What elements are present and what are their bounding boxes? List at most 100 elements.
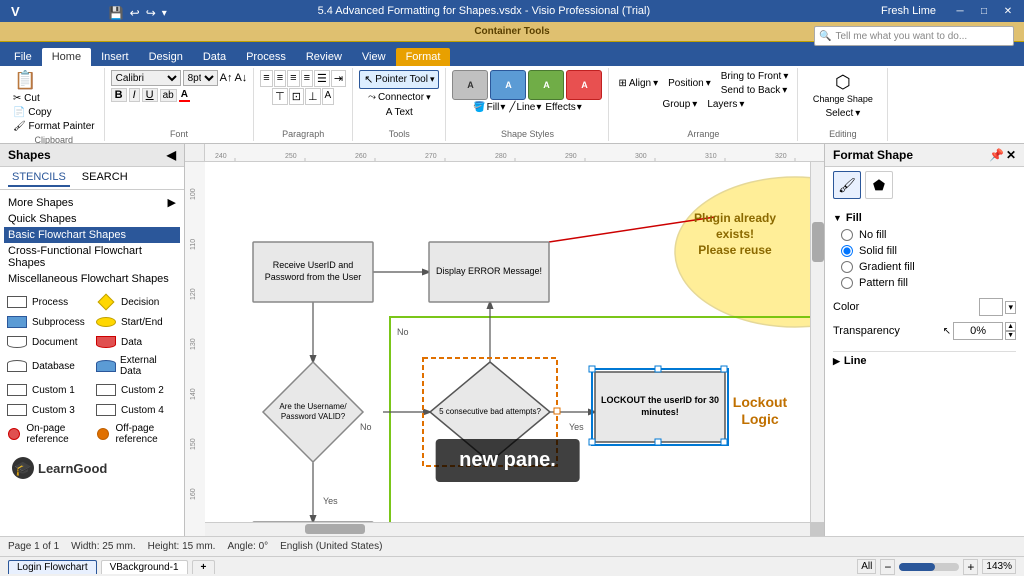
tab-design[interactable]: Design	[139, 48, 193, 66]
add-page-button[interactable]: +	[192, 560, 216, 574]
tab-format[interactable]: Format	[396, 48, 451, 66]
fill-section-title[interactable]: ▼ Fill	[833, 209, 1016, 227]
shapes-cross-functional-section[interactable]: Cross-Functional Flowchart Shapes	[4, 243, 180, 271]
tab-review[interactable]: Review	[296, 48, 352, 66]
shape-custom1[interactable]: Custom 1	[4, 381, 91, 399]
shape-style-4[interactable]: A	[566, 70, 602, 100]
search-input-placeholder[interactable]: Tell me what you want to do...	[835, 31, 967, 42]
shape-on-page[interactable]: On-page reference	[4, 421, 91, 447]
page-tab-vbackground[interactable]: VBackground-1	[101, 560, 188, 574]
bring-to-front-button[interactable]: Bring to Front▾	[718, 70, 792, 83]
font-grow-icon[interactable]: A↑	[220, 72, 233, 84]
fill-no-fill-radio[interactable]	[841, 229, 853, 241]
tab-home[interactable]: Home	[42, 48, 91, 66]
undo-icon[interactable]: ↩	[130, 6, 140, 20]
shape-document[interactable]: Document	[4, 333, 91, 351]
shape-decision[interactable]: Decision	[93, 293, 180, 311]
shapes-basic-flowchart-section[interactable]: Basic Flowchart Shapes	[4, 227, 180, 243]
fill-solid-fill-radio[interactable]	[841, 245, 853, 257]
shape-custom3[interactable]: Custom 3	[4, 401, 91, 419]
fill-solid-fill-option[interactable]: Solid fill	[833, 243, 1016, 259]
valign-mid-icon[interactable]: ⊡	[289, 88, 304, 105]
shape-startend[interactable]: Start/End	[93, 313, 180, 331]
justify-icon[interactable]: ≡	[301, 70, 313, 87]
select-button[interactable]: Select▾	[822, 107, 863, 120]
fill-button[interactable]: 🪣 Fill▾	[473, 102, 505, 113]
valign-top-icon[interactable]: ⊤	[272, 88, 288, 105]
zoom-minus-icon[interactable]: −	[880, 559, 895, 575]
connector-dropdown[interactable]: ▾	[426, 92, 431, 103]
tab-view[interactable]: View	[352, 48, 396, 66]
fs-tab-shape[interactable]: ⬟	[865, 171, 893, 199]
shape-off-page[interactable]: Off-page reference	[93, 421, 180, 447]
tab-insert[interactable]: Insert	[91, 48, 139, 66]
list-icon[interactable]: ☰	[314, 70, 330, 87]
line-button[interactable]: ╱ Line▾	[509, 102, 541, 113]
transparency-down[interactable]: ▼	[1005, 331, 1016, 340]
fill-gradient-fill-option[interactable]: Gradient fill	[833, 259, 1016, 275]
fill-pattern-fill-option[interactable]: Pattern fill	[833, 275, 1016, 291]
font-shrink-icon[interactable]: A↓	[234, 72, 247, 84]
tab-data[interactable]: Data	[193, 48, 236, 66]
tab-file[interactable]: File	[4, 48, 42, 66]
minimize-button[interactable]: ─	[952, 3, 968, 19]
shape-style-1[interactable]: A	[452, 70, 488, 100]
transparency-input[interactable]	[953, 322, 1003, 340]
font-size-select[interactable]: 8pt.	[183, 70, 218, 86]
group-button[interactable]: Group▾	[659, 98, 700, 111]
valign-bottom-icon[interactable]: ⊥	[305, 88, 321, 105]
shapes-miscellaneous-section[interactable]: Miscellaneous Flowchart Shapes	[4, 271, 180, 287]
maximize-button[interactable]: □	[976, 3, 992, 19]
shapes-collapse-icon[interactable]: ◀	[167, 148, 176, 162]
zoom-slider[interactable]	[899, 563, 959, 571]
pointer-dropdown-icon[interactable]: ▾	[430, 74, 435, 85]
shape-database[interactable]: Database	[4, 353, 91, 379]
font-name-select[interactable]: Calibri	[111, 70, 181, 86]
fill-color-dropdown[interactable]: ▾	[1005, 301, 1016, 314]
cut-button[interactable]: ✂ Cut	[10, 92, 43, 105]
redo-icon[interactable]: ↪	[146, 6, 156, 20]
format-shape-pin-icon[interactable]: 📌	[989, 148, 1004, 162]
zoom-plus-icon[interactable]: +	[963, 559, 978, 575]
shape-data[interactable]: Data	[93, 333, 180, 351]
format-shape-close-icon[interactable]: ✕	[1006, 148, 1016, 162]
indent-icon[interactable]: ⇥	[331, 70, 346, 87]
save-icon[interactable]: 💾	[109, 6, 124, 20]
font-size-small[interactable]: A	[322, 88, 335, 105]
fill-pattern-fill-radio[interactable]	[841, 277, 853, 289]
shape-process[interactable]: Process	[4, 293, 91, 311]
pointer-tool-button[interactable]: ↖ Pointer Tool ▾	[359, 70, 439, 89]
quick-access-dropdown[interactable]: ▾	[162, 8, 167, 19]
align-center-icon[interactable]: ≡	[274, 70, 286, 87]
shape-style-2[interactable]: A	[490, 70, 526, 100]
layers-button[interactable]: Layers▾	[704, 98, 747, 111]
shapes-more-section[interactable]: More Shapes ▶	[4, 194, 180, 211]
shape-style-3[interactable]: A	[528, 70, 564, 100]
horizontal-scrollbar[interactable]	[205, 522, 810, 536]
canvas-background[interactable]: Receive UserID and Password from the Use…	[205, 162, 810, 522]
shape-external-data[interactable]: External Data	[93, 353, 180, 379]
send-to-back-button[interactable]: Send to Back▾	[718, 84, 792, 97]
shapes-stencils-tab[interactable]: STENCILS	[8, 169, 70, 187]
canvas-area[interactable]: 240 250 260 270 280 290 300 310 320 330 …	[185, 144, 824, 536]
fs-tab-fill[interactable]: 🖌	[833, 171, 861, 199]
zoom-value[interactable]: 143%	[982, 559, 1016, 574]
tab-process[interactable]: Process	[236, 48, 296, 66]
line-section-title[interactable]: ▶ Line	[833, 351, 1016, 370]
strikethrough-button[interactable]: ab	[160, 89, 177, 102]
underline-button[interactable]: U	[142, 88, 158, 102]
shape-subprocess[interactable]: Subprocess	[4, 313, 91, 331]
text-button[interactable]: A Text	[383, 106, 416, 119]
fill-no-fill-option[interactable]: No fill	[833, 227, 1016, 243]
close-button[interactable]: ✕	[1000, 3, 1016, 19]
shape-custom2[interactable]: Custom 2	[93, 381, 180, 399]
paste-button[interactable]: 📋	[10, 70, 40, 91]
align-right-icon[interactable]: ≡	[287, 70, 299, 87]
bold-button[interactable]: B	[111, 88, 127, 102]
italic-button[interactable]: I	[129, 88, 140, 102]
copy-button[interactable]: 📄 Copy	[10, 106, 55, 119]
font-color-button[interactable]: A	[179, 89, 190, 102]
format-painter-button[interactable]: 🖌 Format Painter	[10, 120, 98, 133]
position-button[interactable]: Position▾	[665, 70, 714, 97]
connector-button[interactable]: ⤳ Connector ▾	[365, 91, 434, 104]
